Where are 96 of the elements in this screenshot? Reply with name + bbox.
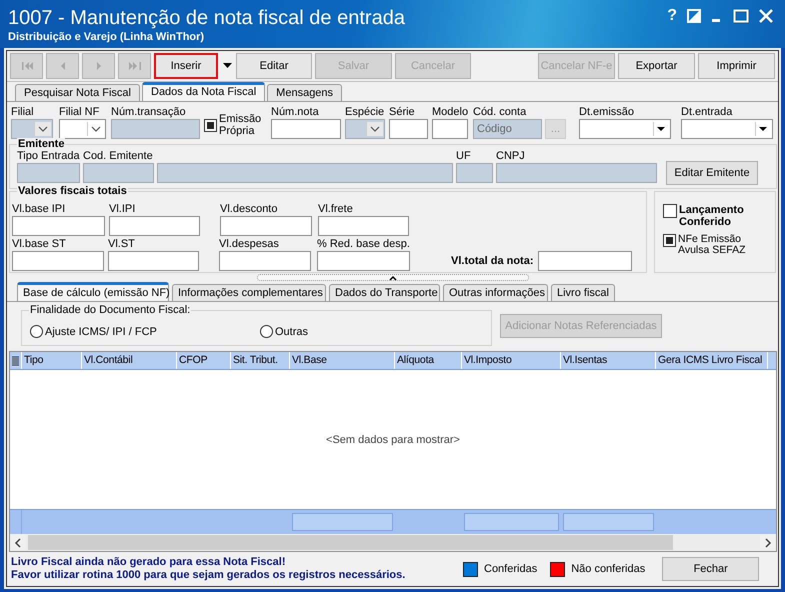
toolbar-button[interactable]: Inserir <box>154 53 218 79</box>
tab[interactable]: Outras informações <box>443 284 548 301</box>
field-label: Vl.frete <box>318 202 354 216</box>
scroll-thumb[interactable] <box>28 535 673 550</box>
column-chooser-button[interactable] <box>10 352 22 369</box>
list-icon <box>12 356 19 366</box>
column-header[interactable]: Vl.Base <box>290 352 395 369</box>
field-label: Cód. conta <box>473 105 528 119</box>
window-title: 1007 - Manutenção de nota fiscal de entrada <box>8 6 405 30</box>
column-header[interactable]: Gera ICMS Livro Fiscal <box>656 352 768 369</box>
first-icon <box>20 60 34 72</box>
chevron-icon <box>366 122 383 136</box>
column-header[interactable]: Vl.Contábil <box>82 352 177 369</box>
radio-label: Ajuste ICMS/ IPI / FCP <box>45 326 157 338</box>
field-label: Modelo <box>432 105 468 119</box>
field-label: Espécie <box>345 105 385 119</box>
field-label: Filial NF <box>59 105 100 119</box>
field-label: Série <box>389 105 416 119</box>
field-label: Vl.despesas <box>219 237 280 251</box>
close-icon[interactable] <box>759 9 773 23</box>
field-label: Dt.entrada <box>681 105 734 119</box>
tab[interactable]: Dados da Nota Fiscal <box>142 82 266 101</box>
checkbox[interactable] <box>663 234 676 247</box>
field-label: Vl.base IPI <box>12 202 66 216</box>
field-label: Vl.desconto <box>220 202 278 216</box>
text-field[interactable] <box>12 216 105 236</box>
group-title: Finalidade do Documento Fiscal: <box>29 304 192 316</box>
edit-issuer-button[interactable]: Editar Emitente <box>666 161 758 185</box>
checkbox[interactable] <box>663 204 677 218</box>
column-header[interactable]: Tipo <box>22 352 82 369</box>
group-title: Valores fiscais totais <box>17 185 128 197</box>
field-label: Núm.nota <box>271 105 320 119</box>
tab[interactable]: Dados do Transporte <box>329 284 440 301</box>
field-label: Vl.total da nota: <box>451 254 534 269</box>
tab[interactable]: Pesquisar Nota Fiscal <box>15 84 140 101</box>
field-label: Filial <box>11 105 35 119</box>
combo-box[interactable] <box>59 119 106 139</box>
chevron-up-icon <box>388 274 398 280</box>
contrast-icon[interactable] <box>687 9 701 23</box>
field-label: CNPJ <box>496 149 526 163</box>
checkbox-label: Lançamento Conferido <box>679 204 745 228</box>
splitter-handle[interactable] <box>256 274 528 281</box>
empty-message: <Sem dados para mostrar> <box>326 434 460 446</box>
close-button[interactable]: Fechar <box>662 557 760 581</box>
column-header[interactable]: Vl.Imposto <box>462 352 561 369</box>
field-label: UF <box>456 149 472 163</box>
tab[interactable]: Informações complementares <box>172 284 326 301</box>
column-header[interactable]: CFOP <box>177 352 231 369</box>
radio-label: Outras <box>275 326 308 338</box>
field-label: Núm.transação <box>111 105 187 119</box>
column-header[interactable]: Alíquota <box>395 352 462 369</box>
column-header[interactable]: Sit. Tribut. <box>231 352 290 369</box>
text-field[interactable] <box>432 119 468 139</box>
warning-message: Livro Fiscal ainda não gerado para essa Nota Fiscal! <box>11 556 286 569</box>
text-field[interactable] <box>109 216 200 236</box>
caret-icon <box>222 63 232 69</box>
column-header[interactable]: Vl.Isentas <box>561 352 656 369</box>
text-field[interactable] <box>538 251 632 271</box>
field-label: Vl.base ST <box>12 237 67 251</box>
tab[interactable]: Mensagens <box>267 84 342 101</box>
checkbox-label: NFe Emissão Avulsa SEFAZ <box>678 234 747 256</box>
toolbar-button[interactable]: Exportar <box>618 53 695 79</box>
group-title: Emitente <box>17 138 66 150</box>
text-field[interactable] <box>220 216 312 236</box>
legend-label: Conferidas <box>484 563 538 575</box>
text-field[interactable] <box>318 216 409 236</box>
checkbox[interactable] <box>204 118 217 132</box>
text-field[interactable] <box>271 119 341 139</box>
text-field[interactable] <box>219 251 311 271</box>
field-label: Dt.emissão <box>579 105 636 119</box>
text-field[interactable] <box>108 251 199 271</box>
field-label: Vl.ST <box>108 237 136 251</box>
radio-button[interactable] <box>260 325 273 338</box>
checkbox-label: Emissão Própria <box>219 113 261 137</box>
text-field[interactable] <box>12 251 104 271</box>
maximize-icon[interactable] <box>733 9 749 23</box>
date-picker[interactable] <box>681 119 773 139</box>
toolbar-button[interactable]: Editar <box>236 53 312 79</box>
legend-label: Não conferidas <box>571 563 646 575</box>
last-icon <box>128 60 142 72</box>
window-subtitle: Distribuição e Varejo (Linha WinThor) <box>8 30 206 44</box>
date-picker[interactable] <box>579 119 671 139</box>
field-label: Tipo Entrada <box>17 149 80 163</box>
toolbar-button[interactable]: Imprimir <box>698 53 775 79</box>
horizontal-scrollbar[interactable] <box>10 534 776 551</box>
warning-message: Favor utilizar rotina 1000 para que sejam gerados os registros necessários. <box>11 569 406 582</box>
text-field[interactable] <box>389 119 428 139</box>
tab[interactable]: Base de cálculo (emissão NF) <box>17 282 169 301</box>
field-label: % Red. base desp. <box>317 237 410 251</box>
text-field[interactable] <box>317 251 410 271</box>
radio-button[interactable] <box>30 325 43 338</box>
help-button[interactable]: ? <box>667 8 677 24</box>
field-label: Vl.IPI <box>109 202 136 216</box>
chevron-icon <box>34 122 51 136</box>
tab[interactable]: Livro fiscal <box>551 284 615 301</box>
field-label: Cod. Emitente <box>83 149 154 163</box>
